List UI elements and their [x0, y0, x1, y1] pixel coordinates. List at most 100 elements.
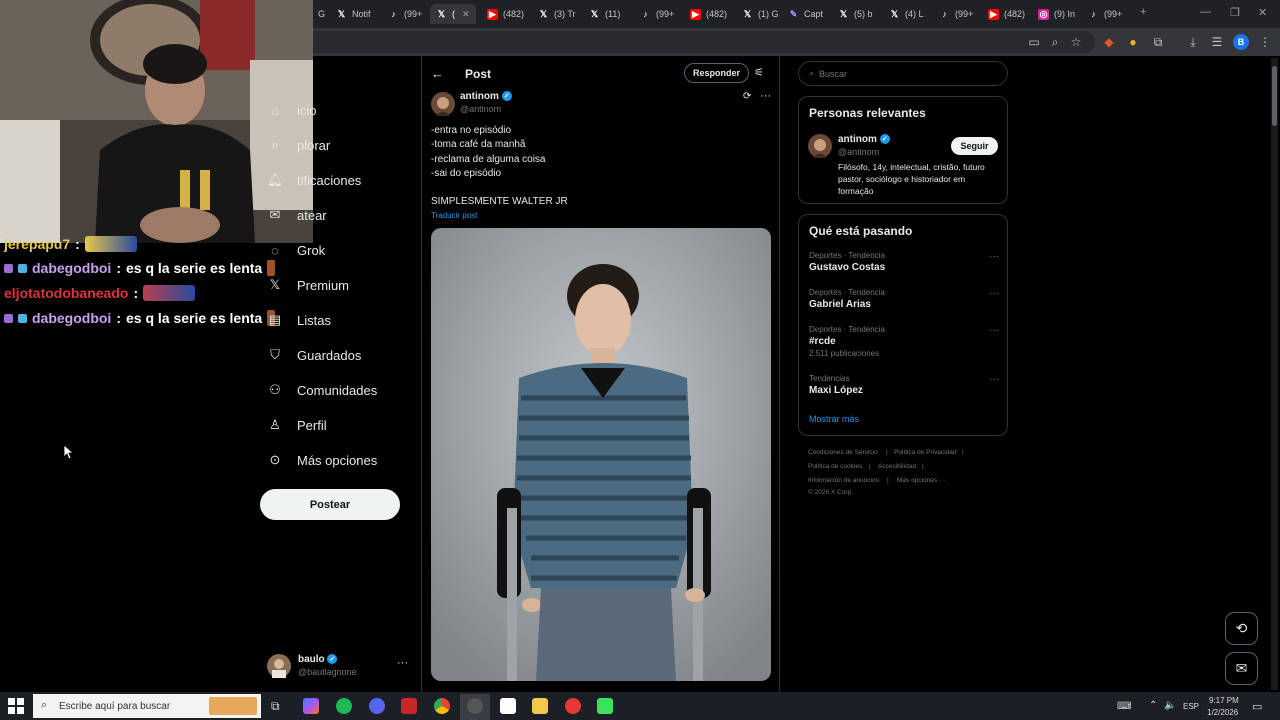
- clock-time[interactable]: 9:17 PM: [1209, 696, 1239, 705]
- nav-item[interactable]: ♙ Perfil: [267, 414, 326, 436]
- more-icon[interactable]: ···: [989, 288, 999, 299]
- chat-username[interactable]: eljotatodobaneado: [4, 285, 128, 301]
- nav-item[interactable]: ⛉ Guardados: [267, 344, 361, 366]
- file-explorer-icon[interactable]: [532, 698, 548, 714]
- opera-icon[interactable]: [565, 698, 581, 714]
- footer-link[interactable]: Condiciones de Servicio: [808, 449, 878, 456]
- app-icon[interactable]: [401, 698, 417, 714]
- discord-icon[interactable]: [369, 698, 385, 714]
- relevant-handle[interactable]: @antinom: [838, 147, 879, 157]
- keyboard-icon[interactable]: ⌨: [1117, 701, 1131, 712]
- trend-item[interactable]: Deportes · Tendencia Gabriel Arias ···: [809, 288, 999, 322]
- search-input[interactable]: ⌕ Buscar: [798, 61, 1008, 86]
- zoom-icon[interactable]: ⌕: [1047, 34, 1063, 50]
- footer-link[interactable]: Más opciones ···: [897, 477, 945, 484]
- avatar[interactable]: [808, 134, 832, 158]
- browser-tab[interactable]: ▶ (482): [690, 4, 727, 24]
- browser-tab[interactable]: ▶ (482): [988, 4, 1025, 24]
- account-switcher[interactable]: baulo ✓ @bautlagnone ···: [267, 654, 410, 680]
- profile-avatar[interactable]: B: [1233, 34, 1249, 50]
- translate-link[interactable]: Traducir post: [431, 211, 477, 220]
- more-icon[interactable]: ···: [989, 374, 999, 385]
- close-window-icon[interactable]: ✕: [1258, 6, 1267, 19]
- chevron-up-icon[interactable]: ⌃: [1149, 700, 1157, 711]
- post-button[interactable]: Postear: [260, 489, 400, 520]
- back-arrow-icon[interactable]: ←: [431, 66, 444, 81]
- install-app-icon[interactable]: ▭: [1026, 34, 1042, 50]
- chat-username[interactable]: jerepapu7: [4, 236, 70, 252]
- nav-item[interactable]: ✉ atear: [267, 204, 327, 226]
- maximize-icon[interactable]: ❐: [1230, 6, 1240, 19]
- extension-icon[interactable]: ●: [1125, 34, 1141, 50]
- scrollbar[interactable]: [1271, 58, 1278, 690]
- download-icon[interactable]: ⤓: [1185, 34, 1201, 50]
- footer-link[interactable]: Política de Privacidad: [894, 449, 957, 456]
- reply-button[interactable]: Responder: [684, 63, 749, 83]
- clock-date[interactable]: 1/2/2026: [1207, 708, 1238, 717]
- browser-tab[interactable]: ◎ (9) In: [1038, 4, 1075, 24]
- browser-tab[interactable]: ▶ (482): [487, 4, 524, 24]
- footer-link[interactable]: Accesibilidad: [878, 463, 916, 470]
- relevant-name[interactable]: antinom: [838, 134, 877, 145]
- footer-link[interactable]: Información de anuncios: [808, 477, 879, 484]
- nav-item[interactable]: ⌂ icio: [267, 99, 316, 121]
- author-avatar[interactable]: [431, 92, 455, 116]
- browser-tab[interactable]: 𝕏 (5) b: [838, 4, 873, 24]
- show-more-link[interactable]: Mostrar más: [809, 414, 859, 424]
- trend-item[interactable]: Tendencias Maxi López ···: [809, 374, 999, 408]
- browser-tab[interactable]: 𝕏 (4) L: [889, 4, 924, 24]
- follow-button[interactable]: Seguir: [951, 137, 998, 155]
- nav-item[interactable]: ⚇ Comunidades: [267, 379, 377, 401]
- footer-link[interactable]: Política de cookies: [808, 463, 862, 470]
- task-view-icon[interactable]: ⧉: [271, 699, 280, 714]
- more-icon[interactable]: ···: [760, 90, 771, 102]
- taskbar-search-input[interactable]: ⌕ Escribe aquí para buscar: [33, 694, 261, 718]
- browser-tab[interactable]: ♪ (99+: [1088, 4, 1122, 24]
- chat-username[interactable]: dabegodboi: [32, 260, 111, 276]
- minimize-icon[interactable]: —: [1200, 6, 1211, 18]
- chrome-icon[interactable]: [434, 698, 450, 714]
- extension-icon[interactable]: ◆: [1101, 34, 1117, 50]
- author-name[interactable]: antinom: [460, 91, 499, 102]
- author-handle[interactable]: @antinom: [460, 104, 501, 114]
- reading-list-icon[interactable]: ☰: [1209, 34, 1225, 50]
- more-icon[interactable]: ···: [397, 657, 408, 669]
- spotify-icon[interactable]: [336, 698, 352, 714]
- kick-icon[interactable]: [597, 698, 613, 714]
- nav-item[interactable]: ◌ Grok: [267, 239, 325, 261]
- browser-tab[interactable]: ♪ (99+: [640, 4, 674, 24]
- browser-tab[interactable]: 𝕏 (11): [589, 4, 620, 24]
- browser-tab[interactable]: 𝕏 (✕: [430, 4, 476, 24]
- app-icon[interactable]: [500, 698, 516, 714]
- chrome-menu-icon[interactable]: ⋮: [1257, 34, 1273, 50]
- grok-icon[interactable]: ⟳: [743, 91, 751, 102]
- copilot-icon[interactable]: [303, 698, 319, 714]
- windows-start-icon[interactable]: [8, 698, 24, 714]
- close-tab-icon[interactable]: ✕: [462, 9, 470, 20]
- chat-username[interactable]: dabegodboi: [32, 310, 111, 326]
- notifications-icon[interactable]: ▭: [1252, 700, 1262, 713]
- post-image[interactable]: [431, 228, 771, 681]
- grok-float-button[interactable]: ⟲: [1225, 612, 1258, 645]
- browser-tab[interactable]: 𝕏 (3) Tr: [538, 4, 576, 24]
- browser-tab[interactable]: ✎ Capt: [788, 4, 823, 24]
- new-tab-icon[interactable]: +: [1140, 6, 1146, 18]
- messages-float-button[interactable]: ✉: [1225, 652, 1258, 685]
- filter-settings-icon[interactable]: ⚟: [754, 66, 764, 79]
- browser-tab[interactable]: 𝕏 Notif: [336, 4, 371, 24]
- bookmark-star-icon[interactable]: ☆: [1068, 34, 1084, 50]
- browser-tab[interactable]: ♪ (99+: [939, 4, 973, 24]
- obs-icon[interactable]: [467, 698, 483, 714]
- nav-item[interactable]: ⊙ Más opciones: [267, 449, 378, 471]
- browser-tab[interactable]: ♪ (99+: [388, 4, 422, 24]
- trend-item[interactable]: Deportes · Tendencia #rcde 2.511 publicaci…: [809, 325, 999, 359]
- volume-icon[interactable]: 🔈: [1164, 700, 1176, 711]
- more-icon[interactable]: ···: [989, 325, 999, 336]
- scrollbar-thumb[interactable]: [1272, 66, 1277, 126]
- extensions-puzzle-icon[interactable]: ⧉: [1150, 34, 1166, 50]
- nav-item[interactable]: ⌕ plorar: [267, 134, 330, 156]
- more-icon[interactable]: ···: [989, 251, 999, 262]
- trend-item[interactable]: Deportes · Tendencia Gustavo Costas ···: [809, 251, 999, 285]
- language-indicator[interactable]: ESP: [1183, 702, 1199, 711]
- nav-item[interactable]: 𝕏 Premium: [267, 274, 349, 296]
